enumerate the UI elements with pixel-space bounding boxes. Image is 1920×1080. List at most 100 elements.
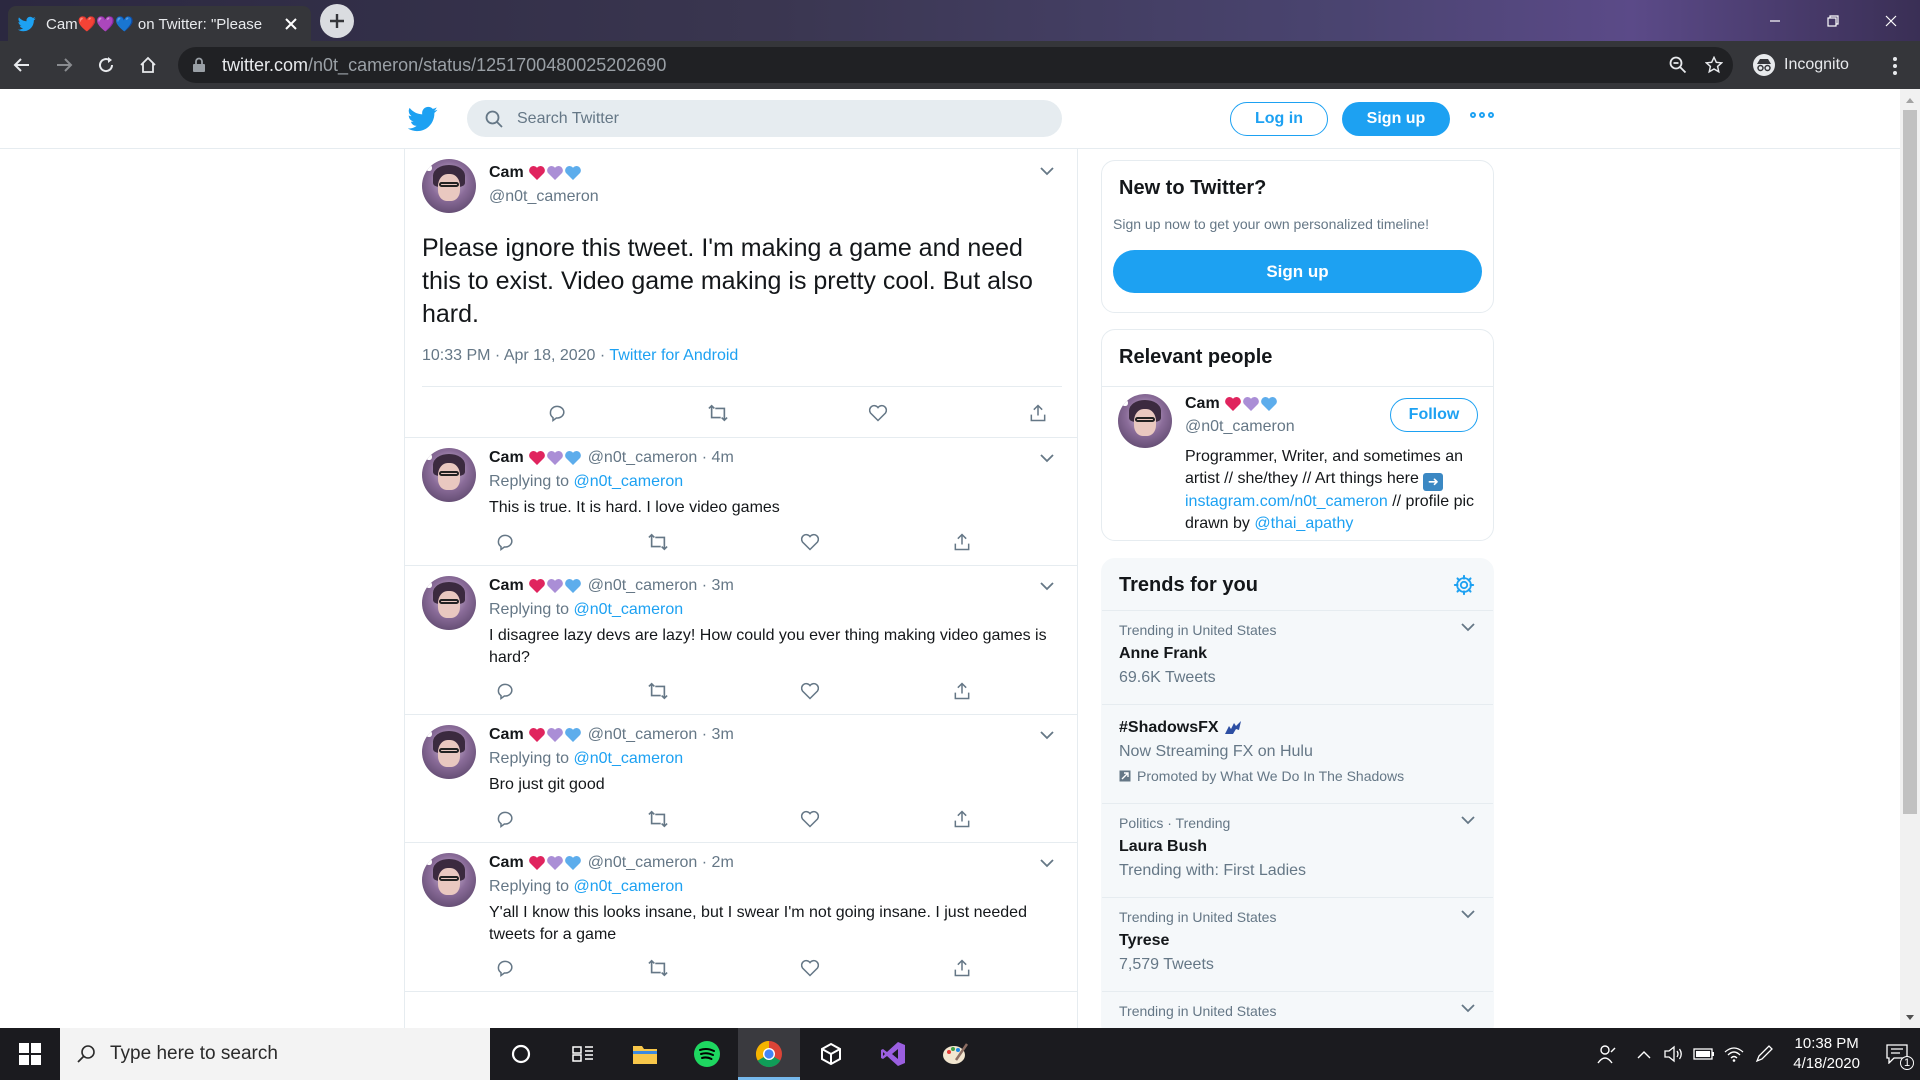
twitter-logo-icon[interactable] (408, 106, 438, 132)
chevron-down-icon[interactable] (1461, 910, 1475, 919)
chevron-down-icon[interactable] (1461, 623, 1475, 632)
promoted-trend-item[interactable]: #ShadowsFX Now Streaming FX on Hulu Prom… (1102, 705, 1493, 804)
login-button[interactable]: Log in (1230, 102, 1328, 136)
signup-button[interactable]: Sign up (1342, 102, 1450, 136)
like-icon[interactable] (793, 681, 827, 701)
scroll-up-arrow-icon[interactable] (1900, 91, 1920, 109)
scroll-down-arrow-icon[interactable] (1900, 1008, 1920, 1026)
forward-button[interactable] (44, 45, 84, 85)
home-button[interactable] (128, 45, 168, 85)
chevron-down-icon[interactable] (1037, 576, 1057, 596)
gear-icon[interactable] (1453, 574, 1475, 596)
chevron-up-icon[interactable] (1629, 1028, 1659, 1080)
author-handle[interactable]: @n0t_cameron · 3m (588, 577, 734, 595)
mention-link[interactable]: @n0t_cameron (574, 878, 684, 895)
visual-studio-icon[interactable] (862, 1028, 924, 1080)
author-name[interactable]: Cam (489, 164, 582, 182)
avatar[interactable] (422, 853, 476, 907)
chrome-icon[interactable] (738, 1028, 800, 1080)
avatar[interactable] (422, 159, 476, 213)
close-window-button[interactable] (1868, 0, 1914, 41)
chevron-down-icon[interactable] (1037, 161, 1057, 181)
author-handle[interactable]: @n0t_cameron (489, 188, 599, 206)
people-icon[interactable] (1585, 1028, 1629, 1080)
more-options-icon[interactable] (1470, 112, 1494, 118)
address-bar[interactable]: twitter.com/n0t_cameron/status/125170048… (178, 47, 1733, 83)
unity-icon[interactable] (800, 1028, 862, 1080)
like-icon[interactable] (793, 809, 827, 829)
author-handle[interactable]: @n0t_cameron (1185, 418, 1295, 436)
share-icon[interactable] (945, 809, 979, 829)
back-button[interactable] (2, 45, 42, 85)
clock[interactable]: 10:38 PM 4/18/2020 (1779, 1034, 1874, 1074)
windows-start-button[interactable] (0, 1028, 60, 1080)
trend-item[interactable]: Trending in United States Tyrese 7,579 T… (1102, 898, 1493, 992)
spotify-icon[interactable] (676, 1028, 738, 1080)
reply-icon[interactable] (489, 809, 523, 829)
retweet-icon[interactable] (641, 532, 675, 552)
chevron-down-icon[interactable] (1461, 1004, 1475, 1013)
tweet-source-link[interactable]: Twitter for Android (609, 347, 738, 364)
scrollbar-thumb[interactable] (1903, 110, 1917, 814)
reply-icon[interactable] (489, 681, 523, 701)
like-icon[interactable] (793, 532, 827, 552)
retweet-icon[interactable] (641, 681, 675, 701)
share-icon[interactable] (945, 958, 979, 978)
author-name[interactable]: Cam (489, 854, 582, 872)
like-icon[interactable] (798, 403, 958, 423)
bio-link[interactable]: instagram.com/n0t_cameron (1185, 493, 1388, 510)
chevron-down-icon[interactable] (1037, 853, 1057, 873)
search-input[interactable]: Search Twitter (467, 100, 1062, 137)
mention-link[interactable]: @n0t_cameron (574, 473, 684, 490)
trend-item[interactable]: Trending in United States Anne Frank 69.… (1102, 611, 1493, 705)
mention-link[interactable]: @thai_apathy (1254, 515, 1353, 532)
bookmark-star-icon[interactable] (1705, 56, 1723, 74)
wifi-icon[interactable] (1719, 1028, 1749, 1080)
battery-icon[interactable] (1689, 1028, 1719, 1080)
cortana-icon[interactable] (490, 1028, 552, 1080)
like-icon[interactable] (793, 958, 827, 978)
task-view-icon[interactable] (552, 1028, 614, 1080)
minimize-button[interactable] (1752, 0, 1798, 41)
incognito-indicator[interactable]: Incognito (1752, 48, 1849, 82)
taskbar-search-input[interactable]: Type here to search (60, 1028, 490, 1080)
pen-icon[interactable] (1749, 1028, 1779, 1080)
retweet-icon[interactable] (638, 403, 798, 423)
follow-button[interactable]: Follow (1390, 398, 1478, 432)
tab-close-icon[interactable] (281, 14, 301, 34)
author-handle[interactable]: @n0t_cameron · 3m (588, 726, 734, 744)
avatar[interactable] (422, 725, 476, 779)
mention-link[interactable]: @n0t_cameron (574, 750, 684, 767)
chevron-down-icon[interactable] (1461, 816, 1475, 825)
share-icon[interactable] (945, 532, 979, 552)
reload-button[interactable] (86, 45, 126, 85)
trend-item[interactable]: Trending in United States (1102, 992, 1493, 1028)
reply-icon[interactable] (489, 958, 523, 978)
reply-icon[interactable] (489, 532, 523, 552)
chevron-down-icon[interactable] (1037, 448, 1057, 468)
page-scrollbar[interactable] (1900, 89, 1920, 1028)
avatar[interactable] (422, 576, 476, 630)
chevron-down-icon[interactable] (1037, 725, 1057, 745)
volume-icon[interactable] (1659, 1028, 1689, 1080)
trend-item[interactable]: Politics · Trending Laura Bush Trending … (1102, 804, 1493, 898)
avatar[interactable] (1118, 394, 1172, 448)
mention-link[interactable]: @n0t_cameron (574, 601, 684, 618)
author-name[interactable]: Cam (489, 449, 582, 467)
restore-button[interactable] (1810, 0, 1856, 41)
zoom-icon[interactable] (1669, 56, 1687, 74)
notifications-icon[interactable]: 1 (1874, 1028, 1920, 1080)
share-icon[interactable] (945, 681, 979, 701)
browser-tab[interactable]: Cam❤️💜💙 on Twitter: "Please (8, 6, 311, 41)
file-explorer-icon[interactable] (614, 1028, 676, 1080)
author-name[interactable]: Cam (1185, 395, 1278, 413)
author-name[interactable]: Cam (489, 577, 582, 595)
retweet-icon[interactable] (641, 958, 675, 978)
browser-menu-button[interactable] (1880, 51, 1910, 81)
author-name[interactable]: Cam (489, 726, 582, 744)
new-tab-button[interactable] (320, 4, 354, 38)
avatar[interactable] (422, 448, 476, 502)
share-icon[interactable] (958, 403, 1118, 423)
retweet-icon[interactable] (641, 809, 675, 829)
reply-icon[interactable] (478, 403, 638, 423)
